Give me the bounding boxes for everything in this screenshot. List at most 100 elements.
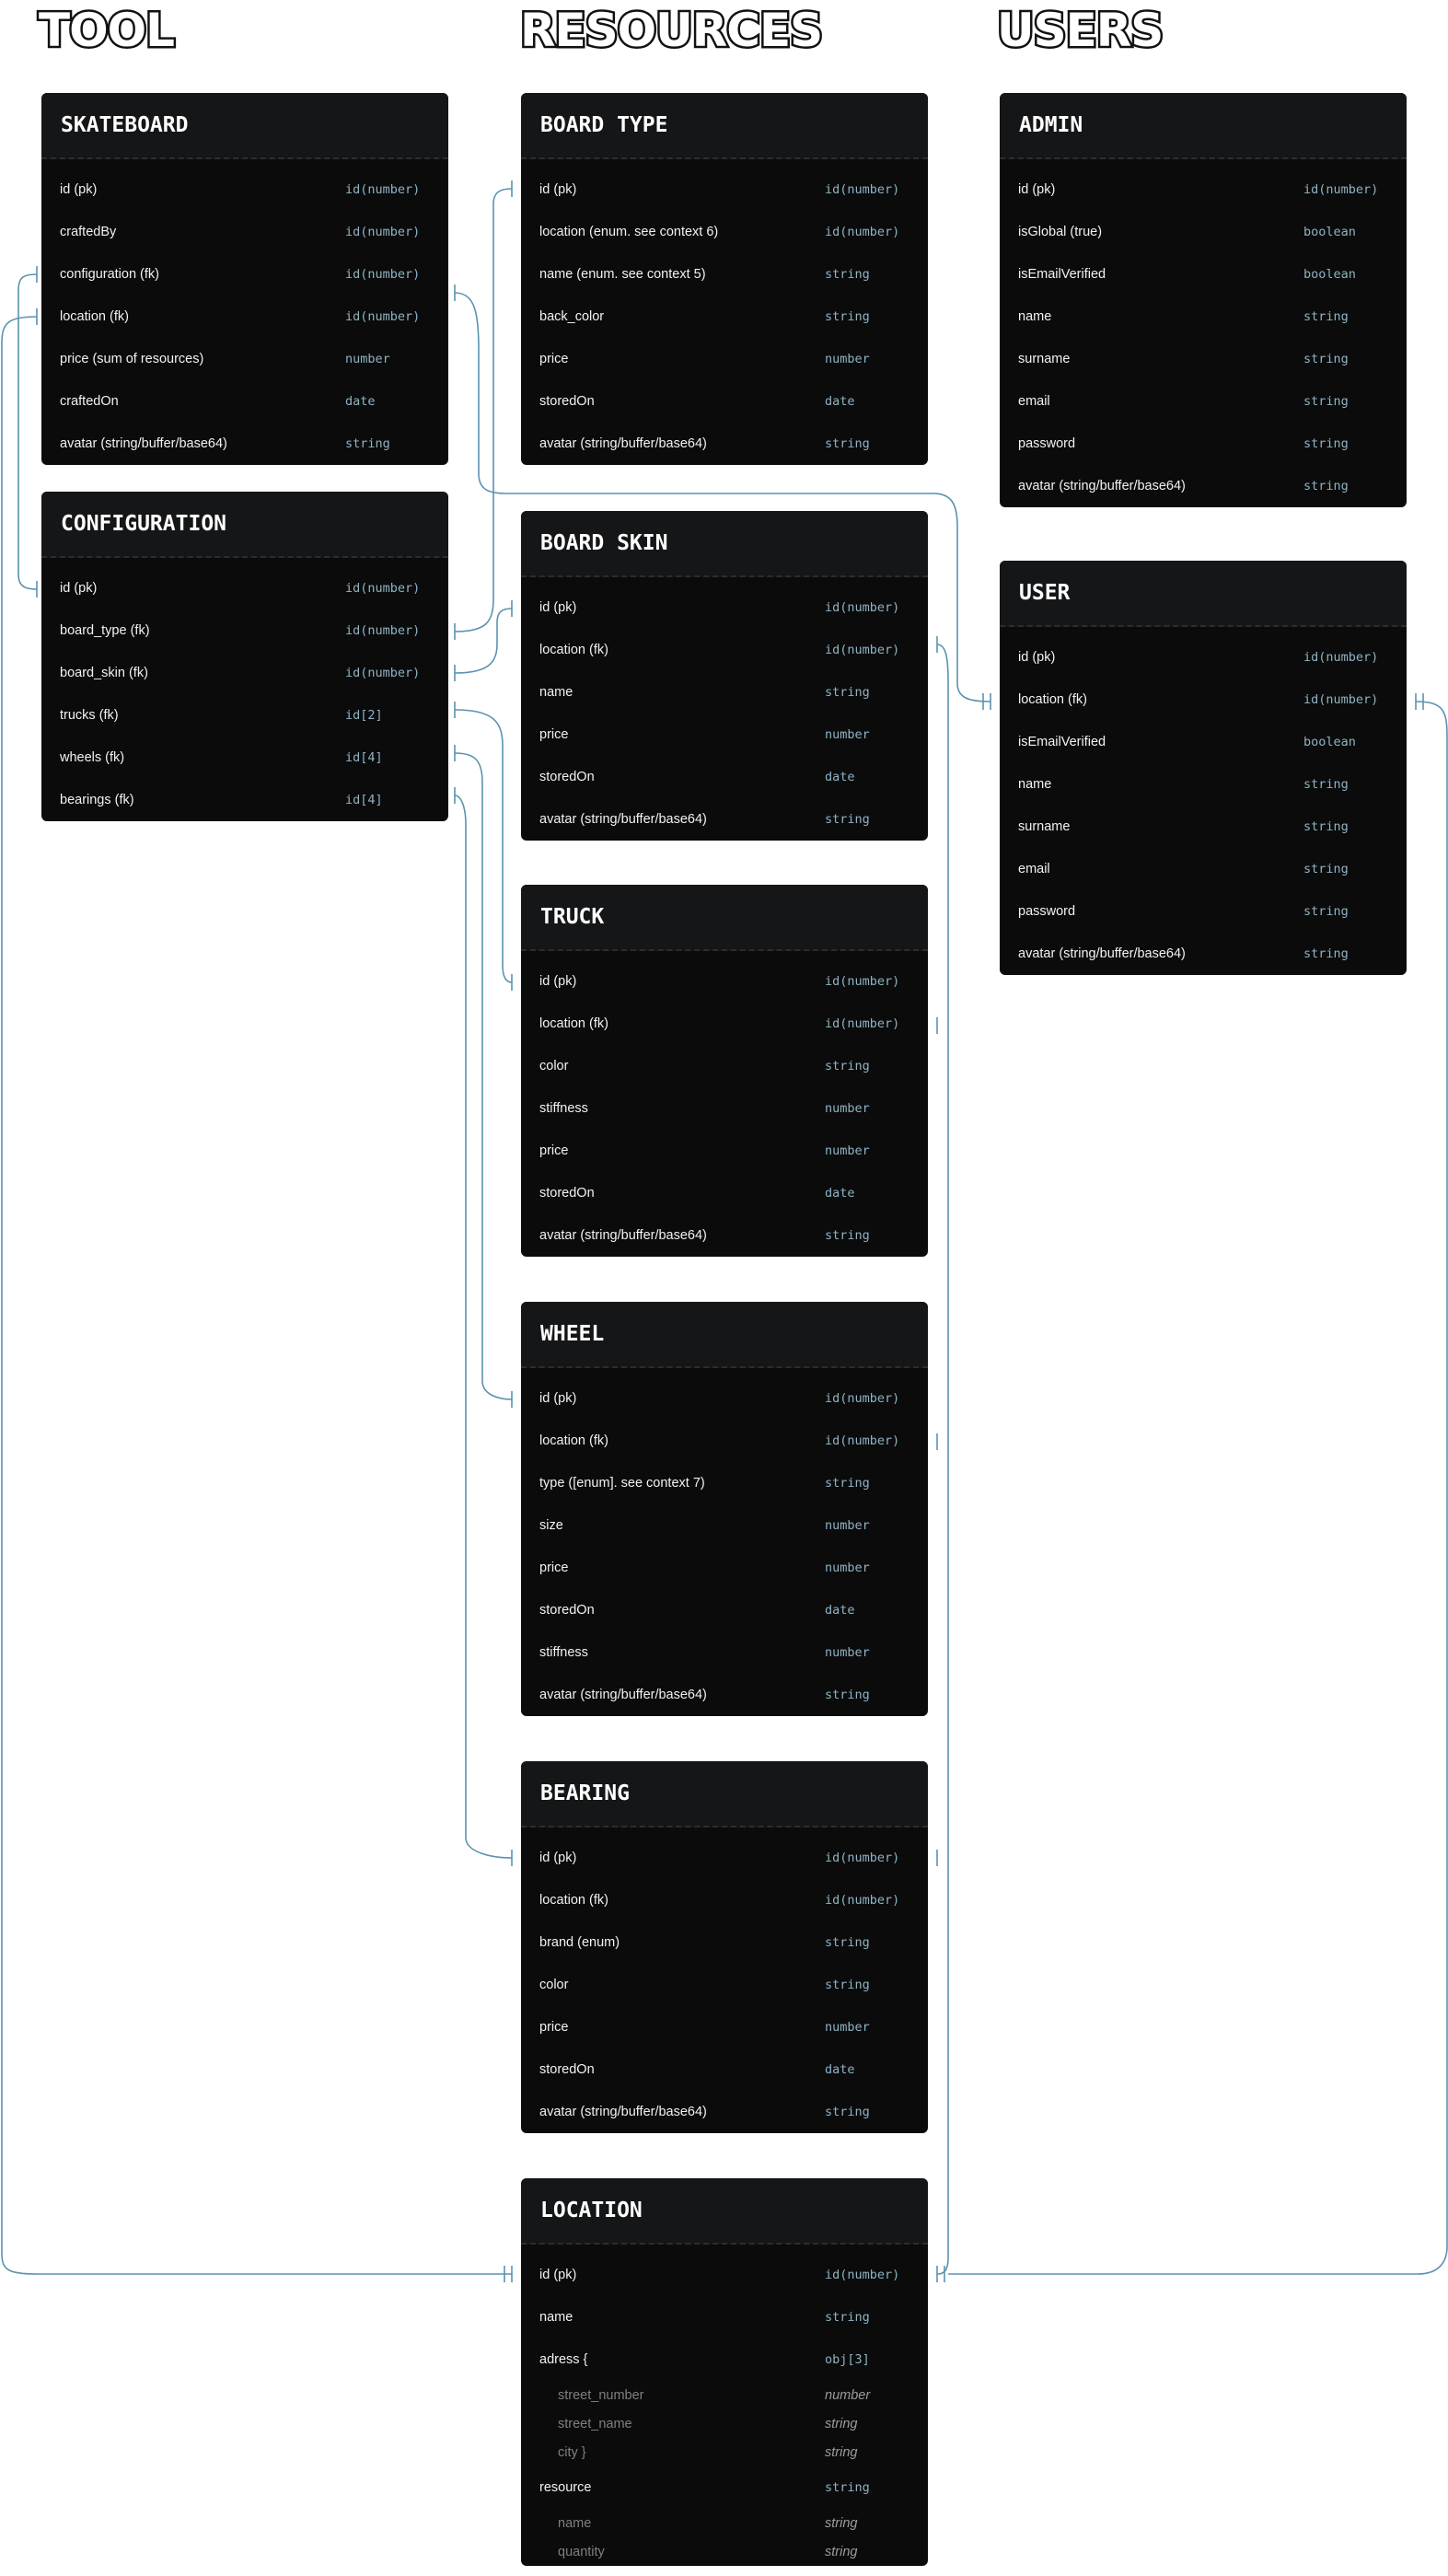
field-row: configuration (fk) id(number) <box>41 253 448 296</box>
field-name: avatar (string/buffer/base64) <box>539 436 707 451</box>
table-location: LOCATION id (pk) id(number) name string adres… <box>521 2178 928 2566</box>
field-name: isGlobal (true) <box>1018 225 1103 239</box>
field-row: surname string <box>1000 338 1407 380</box>
field-name: city } <box>558 2444 586 2460</box>
field-name: location (fk) <box>539 1433 608 1448</box>
field-name: quantity <box>558 2544 605 2559</box>
field-type: id(number) <box>345 225 421 239</box>
field-type: string <box>825 309 870 324</box>
table-skateboard: SKATEBOARD id (pk) id(number) craftedBy id(n… <box>41 93 448 465</box>
field-type: number <box>825 2387 871 2403</box>
table-header: BOARD SKIN <box>521 511 928 577</box>
connector-board-type <box>454 188 513 632</box>
field-type: date <box>825 770 855 784</box>
field-row: id (pk) id(number) <box>1000 168 1407 211</box>
field-type: string <box>825 2105 870 2119</box>
field-row: city } string <box>521 2438 928 2466</box>
field-name: email <box>1018 862 1050 876</box>
table-title: TRUCK <box>540 905 605 929</box>
field-type: number <box>825 1645 870 1660</box>
field-name: size <box>539 1518 563 1533</box>
connector-configuration <box>17 273 38 590</box>
field-type: id[4] <box>345 793 383 807</box>
field-name: location (fk) <box>539 643 608 657</box>
field-row: storedOn date <box>521 1589 928 1631</box>
field-name: id (pk) <box>1018 182 1056 197</box>
field-type: string <box>825 1978 870 1992</box>
field-name: avatar (string/buffer/base64) <box>539 812 707 827</box>
field-name: id (pk) <box>539 182 577 197</box>
field-type: string <box>825 2544 858 2559</box>
field-type: id(number) <box>825 182 900 197</box>
field-row: storedOn date <box>521 756 928 798</box>
field-row: isGlobal (true) boolean <box>1000 211 1407 253</box>
field-row: price number <box>521 714 928 756</box>
field-type: string <box>1303 352 1349 366</box>
field-row: email string <box>1000 848 1407 890</box>
field-type: number <box>825 1101 870 1116</box>
field-row: board_type (fk) id(number) <box>41 609 448 652</box>
field-row: resource string <box>521 2466 928 2509</box>
field-row: isEmailVerified boolean <box>1000 721 1407 763</box>
field-name: location (enum. see context 6) <box>539 225 719 239</box>
field-type: id(number) <box>825 1893 900 1908</box>
field-type: id(number) <box>825 1391 900 1406</box>
field-type: string <box>825 2444 858 2460</box>
field-type: string <box>1303 946 1349 961</box>
field-name: storedOn <box>539 770 595 784</box>
field-type: string <box>1303 862 1349 876</box>
field-type: number <box>825 1518 870 1533</box>
field-type: obj[3] <box>825 2352 870 2367</box>
field-name: craftedOn <box>60 394 119 409</box>
table-title: ADMIN <box>1019 113 1083 137</box>
field-type: string <box>825 1688 870 1702</box>
field-name: price <box>539 352 569 366</box>
field-type: id(number) <box>825 643 900 657</box>
field-name: storedOn <box>539 394 595 409</box>
field-name: brand (enum) <box>539 1935 620 1950</box>
field-row: avatar (string/buffer/base64) string <box>1000 465 1407 507</box>
field-row: password string <box>1000 423 1407 465</box>
table-user: USER id (pk) id(number) location (fk) id(num… <box>1000 561 1407 975</box>
field-type: string <box>345 436 390 451</box>
field-type: number <box>825 1143 870 1158</box>
field-row: wheels (fk) id[4] <box>41 737 448 779</box>
field-row: storedOn date <box>521 2048 928 2091</box>
table-fields: id (pk) id(number) location (fk) id(number)… <box>1000 627 1407 975</box>
field-type: string <box>825 2416 858 2431</box>
field-type: string <box>825 2310 870 2325</box>
field-name: avatar (string/buffer/base64) <box>1018 479 1186 493</box>
field-name: craftedBy <box>60 225 117 239</box>
field-type: string <box>1303 904 1349 919</box>
field-name: price <box>539 727 569 742</box>
field-row: id (pk) id(number) <box>521 2254 928 2296</box>
table-title: LOCATION <box>540 2199 643 2222</box>
field-row: location (fk) id(number) <box>521 1003 928 1045</box>
field-row: avatar (string/buffer/base64) string <box>521 1674 928 1716</box>
field-name: name <box>539 685 573 700</box>
field-row: street_name string <box>521 2409 928 2438</box>
field-name: color <box>539 1978 569 1992</box>
field-row: craftedOn date <box>41 380 448 423</box>
field-row: id (pk) id(number) <box>521 586 928 629</box>
field-name: resource <box>539 2480 592 2495</box>
field-type: string <box>1303 394 1349 409</box>
field-name: wheels (fk) <box>60 750 125 765</box>
field-row: location (fk) id(number) <box>521 1879 928 1921</box>
field-row: avatar (string/buffer/base64) string <box>521 1214 928 1257</box>
field-type: string <box>825 1935 870 1950</box>
field-name: storedOn <box>539 1186 595 1201</box>
field-type: string <box>825 1059 870 1073</box>
table-title: USER <box>1019 581 1071 605</box>
field-name: isEmailVerified <box>1018 735 1106 749</box>
table-fields: id (pk) id(number) location (fk) id(number)… <box>521 951 928 1257</box>
field-row: password string <box>1000 890 1407 933</box>
field-name: location (fk) <box>539 1893 608 1908</box>
field-name: location (fk) <box>60 309 129 324</box>
field-name: name (enum. see context 5) <box>539 267 706 282</box>
field-type: id(number) <box>825 2268 900 2282</box>
field-type: id(number) <box>825 1851 900 1865</box>
field-row: isEmailVerified boolean <box>1000 253 1407 296</box>
field-type: string <box>825 1476 870 1491</box>
field-type: date <box>345 394 376 409</box>
